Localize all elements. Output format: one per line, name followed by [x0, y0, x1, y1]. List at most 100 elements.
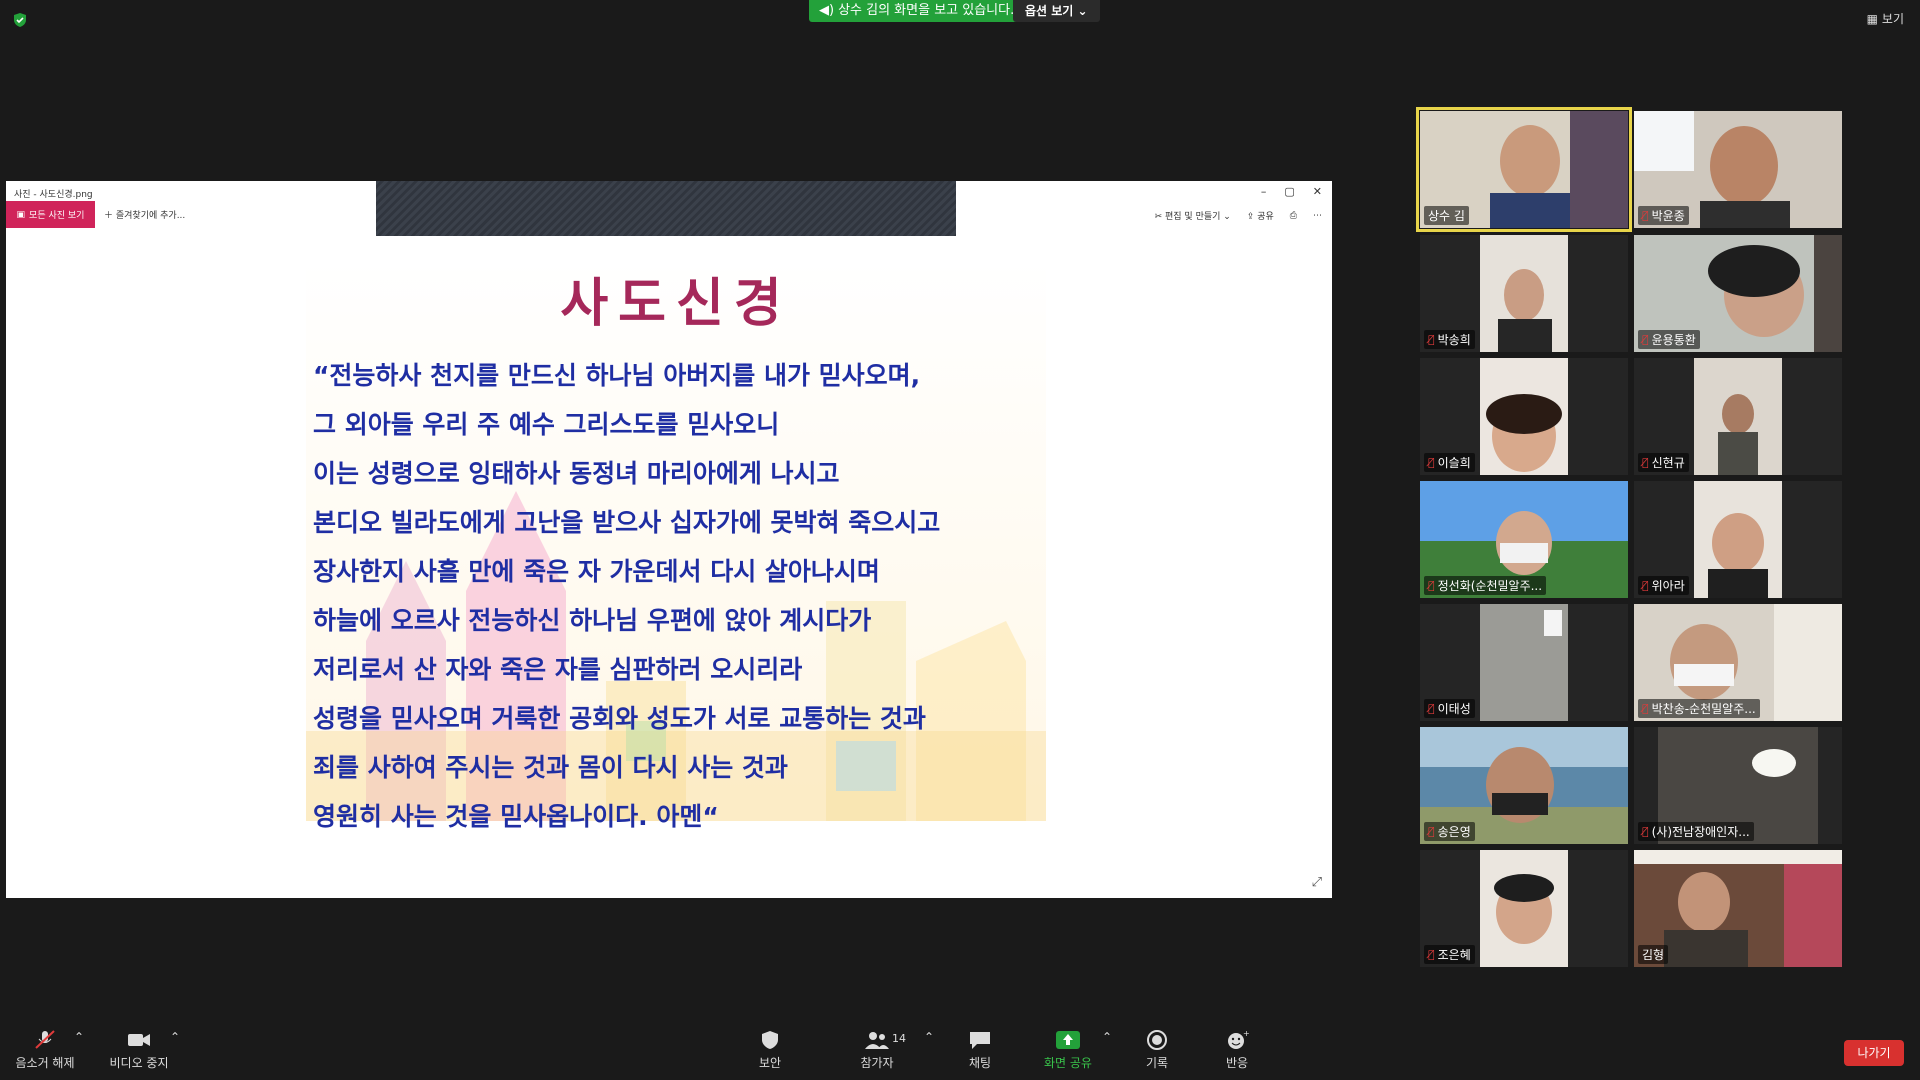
participant-tile[interactable]: 🎙̸ 신현규 — [1634, 358, 1842, 475]
participant-name: 🎙̸ 신현규 — [1638, 453, 1689, 472]
participant-tile[interactable]: 🎙̸ 박송희 — [1420, 235, 1628, 352]
participant-tile[interactable]: 🎙̸ 박윤종 — [1634, 111, 1842, 228]
creed-text: “전능하사 천지를 만드신 하나님 아버지를 내가 믿사오며, 그 외아들 우리… — [313, 351, 1053, 841]
creed-line: 성령을 믿사오며 거룩한 공회와 성도가 서로 교통하는 것과 — [313, 704, 926, 733]
unmute-label: 음소거 해제 — [15, 1056, 75, 1070]
participant-tile[interactable]: 🎙̸ 위아라 — [1634, 481, 1842, 598]
participants-label: 참가자 — [860, 1056, 894, 1070]
edit-button[interactable]: ✂ 편집 및 만들기 ⌄ — [1155, 209, 1231, 222]
scissors-icon: ✂ — [1154, 212, 1166, 222]
gallery-view-button[interactable]: ▦ 보기 — [1867, 10, 1904, 27]
chat-label: 채팅 — [968, 1056, 992, 1070]
close-icon[interactable]: ✕ — [1313, 185, 1322, 198]
participant-tile[interactable]: 🎙̸ 송은영 — [1420, 727, 1628, 844]
creed-line: 저리로서 산 자와 죽은 자를 심판하러 오시리라 — [313, 655, 803, 684]
record-label: 기록 — [1145, 1056, 1169, 1070]
zoom-meeting-window: { "topbar": { "share_banner": "상수 김의 화면을… — [0, 0, 1920, 1080]
participant-name: 🎙̸ 박송희 — [1424, 330, 1475, 349]
view-options-button[interactable]: 옵션 보기 ⌄ — [1013, 0, 1100, 22]
mic-muted-icon: 🎙̸ — [1642, 825, 1649, 838]
participant-name: 🎙̸ (사)전남장애인자... — [1638, 822, 1754, 841]
mic-muted-icon: 🎙̸ — [1428, 333, 1435, 346]
participant-tile[interactable]: 상수 김 — [1416, 107, 1632, 232]
share-button[interactable]: ⇪ 공유 — [1247, 209, 1274, 222]
stop-video-label: 비디오 중지 — [109, 1056, 169, 1070]
share-screen-icon — [1056, 1031, 1080, 1049]
participant-name: 김형 — [1638, 945, 1669, 964]
window-titlebar-band — [376, 181, 956, 236]
participant-name: 🎙̸ 위아라 — [1638, 576, 1689, 595]
participant-name: 🎙̸ 정선화(순천밀알주... — [1424, 576, 1547, 595]
speaker-icon: ◀) — [819, 3, 835, 18]
share-banner-text: 상수 김의 화면을 보고 있습니다. — [838, 3, 1015, 18]
creed-line: 본디오 빌라도에게 고난을 받으사 십자가에 못박혀 죽으시고 — [313, 508, 941, 537]
people-icon — [865, 1032, 889, 1049]
chat-button[interactable]: 채팅 — [960, 1030, 1000, 1071]
participant-tile[interactable]: 🎙̸ 박찬송-순천밀알주... — [1634, 604, 1842, 721]
participant-name-text: (사)전남장애인자... — [1651, 825, 1750, 839]
participant-tile[interactable]: 🎙̸ 정선화(순천밀알주... — [1420, 481, 1628, 598]
creed-line: 이는 성령으로 잉태하사 동정녀 마리아에게 나시고 — [313, 459, 840, 488]
encryption-shield-icon[interactable] — [12, 12, 28, 28]
participant-name-text: 위아라 — [1651, 579, 1685, 593]
record-button[interactable]: 기록 — [1142, 1030, 1172, 1071]
participant-name-text: 신현규 — [1651, 456, 1685, 470]
share-screen-button[interactable]: 화면 공유 — [1040, 1030, 1096, 1071]
more-icon[interactable]: ⋯ — [1313, 211, 1322, 221]
all-photos-label: 모든 사진 보기 — [29, 211, 85, 221]
add-favorite-label: 즐겨찾기에 추가... — [115, 211, 186, 221]
mic-muted-icon: 🎙̸ — [1642, 333, 1649, 346]
video-options-caret[interactable]: ⌃ — [170, 1030, 180, 1044]
svg-text:+: + — [1243, 1030, 1250, 1038]
participant-name: 🎙̸ 이슬희 — [1424, 453, 1475, 472]
participant-name-text: 윤용통환 — [1651, 333, 1696, 347]
all-photos-button[interactable]: ▣ 모든 사진 보기 — [6, 201, 95, 228]
add-favorite-button[interactable]: ＋ 즐겨찾기에 추가... — [104, 208, 185, 221]
participant-name: 🎙̸ 조은혜 — [1424, 945, 1475, 964]
creed-line: “전능하사 천지를 만드신 하나님 아버지를 내가 믿사오며, — [313, 361, 921, 390]
participant-tile[interactable]: 🎙̸ 윤용통환 — [1634, 235, 1842, 352]
shield-icon — [762, 1031, 778, 1049]
participant-name: 상수 김 — [1424, 206, 1469, 225]
participant-tile[interactable]: 🎙̸ 이슬희 — [1420, 358, 1628, 475]
stop-video-button[interactable]: 비디오 중지 — [104, 1030, 174, 1071]
plus-icon: ＋ — [104, 211, 116, 221]
photos-icon: ▣ — [16, 209, 26, 220]
creed-line: 그 외아들 우리 주 예수 그리스도를 믿사오니 — [313, 410, 780, 439]
reactions-button[interactable]: + 반응 — [1222, 1030, 1252, 1071]
slide-title: 사도신경 — [560, 273, 792, 334]
creed-line: 장사한지 사흘 만에 죽은 자 가운데서 다시 살아나시며 — [313, 557, 880, 586]
mic-muted-icon: 🎙̸ — [1428, 456, 1435, 469]
share-screen-label: 화면 공유 — [1044, 1056, 1092, 1070]
participant-name: 🎙̸ 송은영 — [1424, 822, 1475, 841]
view-label: 보기 — [1881, 12, 1904, 26]
creed-line: 영원히 사는 것을 믿사옵나이다. 아멘“ — [313, 802, 719, 831]
participant-tile[interactable]: 🎙̸ 이태성 — [1420, 604, 1628, 721]
photo-toolbar: ✂ 편집 및 만들기 ⌄ ⇪ 공유 ⎙ ⋯ — [1155, 209, 1322, 223]
mic-muted-icon: 🎙̸ — [1642, 209, 1649, 222]
participant-name: 🎙̸ 박윤종 — [1638, 206, 1689, 225]
participant-tile[interactable]: 김형 — [1634, 850, 1842, 967]
mic-muted-icon: 🎙̸ — [1428, 825, 1435, 838]
chat-icon — [970, 1032, 990, 1049]
leave-meeting-button[interactable]: 나가기 — [1844, 1040, 1904, 1066]
mic-muted-icon: 🎙̸ — [1642, 456, 1649, 469]
participant-name-text: 박송희 — [1437, 333, 1471, 347]
participant-tile[interactable]: 🎙̸ (사)전남장애인자... — [1634, 727, 1842, 844]
creed-slide-image: 사도신경 “전능하사 천지를 만드신 하나님 아버지를 내가 믿사오며, 그 외… — [306, 261, 1046, 831]
window-controls: – ▢ ✕ — [1261, 185, 1322, 198]
minimize-icon[interactable]: – — [1261, 185, 1267, 198]
security-label: 보안 — [758, 1056, 782, 1070]
participant-tile[interactable]: 🎙̸ 조은혜 — [1420, 850, 1628, 967]
participants-options-caret[interactable]: ⌃ — [924, 1030, 934, 1044]
unmute-button[interactable]: 음소거 해제 — [12, 1030, 78, 1071]
participant-name: 🎙̸ 이태성 — [1424, 699, 1475, 718]
maximize-icon[interactable]: ▢ — [1284, 185, 1294, 198]
audio-options-caret[interactable]: ⌃ — [74, 1030, 84, 1044]
security-button[interactable]: 보안 — [750, 1030, 790, 1071]
share-options-caret[interactable]: ⌃ — [1102, 1030, 1112, 1044]
record-icon — [1147, 1030, 1167, 1050]
mic-muted-icon: 🎙̸ — [1428, 702, 1435, 715]
print-icon[interactable]: ⎙ — [1290, 211, 1297, 221]
expand-icon[interactable]: ⤢ — [1312, 875, 1322, 890]
